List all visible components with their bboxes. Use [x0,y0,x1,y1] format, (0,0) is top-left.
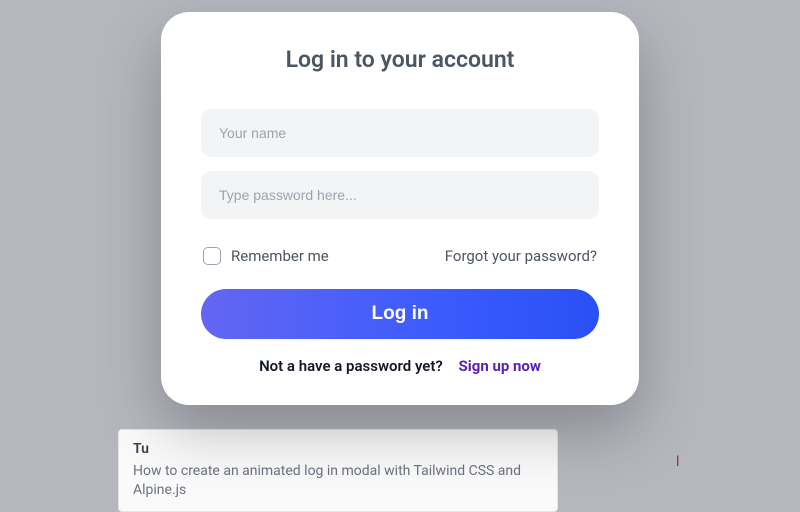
modal-title: Log in to your account [201,46,599,73]
background-article-card: Tu How to create an animated log in moda… [118,429,558,512]
background-article-subtitle: How to create an animated log in modal w… [133,462,543,501]
remember-me-text: Remember me [231,247,329,265]
background-right-fragment: l [676,454,680,472]
remember-me-label[interactable]: Remember me [203,247,329,265]
signup-link[interactable]: Sign up now [459,357,541,375]
login-modal: Log in to your account Remember me Forgo… [161,12,639,405]
forgot-password-link[interactable]: Forgot your password? [445,247,597,265]
username-input[interactable] [201,109,599,157]
signup-row: Not a have a password yet? Sign up now [201,357,599,375]
login-button[interactable]: Log in [201,289,599,339]
signup-prompt: Not a have a password yet? [259,357,443,375]
background-article-title: Tu [133,440,543,460]
password-input[interactable] [201,171,599,219]
options-row: Remember me Forgot your password? [201,247,599,265]
remember-me-checkbox[interactable] [203,247,221,265]
